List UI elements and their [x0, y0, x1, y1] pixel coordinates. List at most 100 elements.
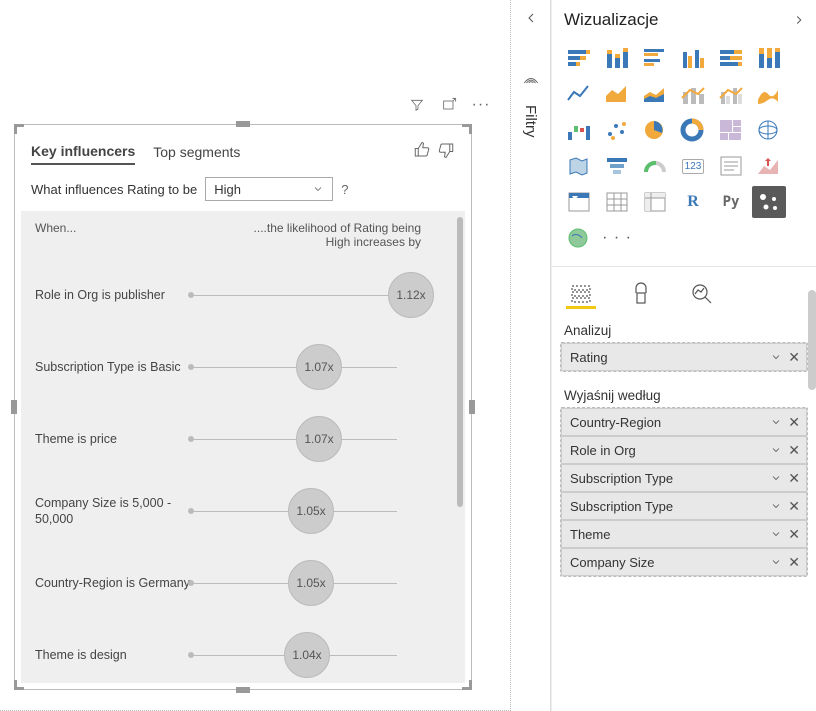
viz-matrix[interactable] — [638, 186, 672, 218]
filters-label[interactable]: Filtry — [522, 105, 539, 138]
viz-scatter[interactable] — [600, 114, 634, 146]
visual-header-toolbar: ··· — [408, 96, 490, 114]
viz-stacked-bar[interactable] — [562, 42, 596, 74]
chevron-down-icon[interactable] — [770, 472, 782, 484]
influencer-bubble[interactable]: 1.07x — [296, 416, 342, 462]
viz-clustered-column[interactable] — [676, 42, 710, 74]
viz-100pct-column[interactable] — [752, 42, 786, 74]
tab-key-influencers[interactable]: Key influencers — [31, 139, 135, 165]
influencer-label: Theme is price — [21, 431, 191, 447]
analysis-question: What influences Rating to be High ? — [21, 165, 465, 211]
viz-100pct-bar[interactable] — [714, 42, 748, 74]
visual-selection-frame[interactable]: Key influencers Top segments What influe… — [14, 124, 472, 690]
viz-key-influencers[interactable] — [752, 186, 786, 218]
collapse-pane-icon[interactable] — [792, 13, 806, 27]
pill-label: Rating — [570, 350, 608, 365]
viz-card[interactable]: 123 — [676, 150, 710, 182]
scrollbar[interactable] — [457, 217, 463, 507]
remove-field-icon[interactable]: ✕ — [788, 499, 800, 513]
field-format-tabs — [552, 271, 816, 317]
thumbs-up-icon[interactable] — [413, 141, 431, 164]
field-pill[interactable]: Company Size ✕ — [561, 548, 807, 576]
pill-label: Company Size — [570, 555, 655, 570]
influencer-row[interactable]: Theme is design 1.04x — [21, 619, 457, 683]
remove-field-icon[interactable]: ✕ — [788, 527, 800, 541]
viz-ribbon[interactable] — [752, 78, 786, 110]
influencers-area: When... ....the likelihood of Rating bei… — [21, 211, 465, 683]
influencer-row[interactable]: Role in Org is publisher 1.12x — [21, 259, 457, 331]
influencer-row[interactable]: Theme is price 1.07x — [21, 403, 457, 475]
remove-field-icon[interactable]: ✕ — [788, 471, 800, 485]
field-pill[interactable]: Subscription Type ✕ — [561, 492, 807, 520]
panel-scrollbar[interactable] — [808, 290, 816, 390]
field-pill[interactable]: Role in Org ✕ — [561, 436, 807, 464]
field-pill[interactable]: Theme ✕ — [561, 520, 807, 548]
viz-multi-row-card[interactable] — [714, 150, 748, 182]
influencer-bubble[interactable]: 1.12x — [388, 272, 434, 318]
influencer-bubble[interactable]: 1.05x — [288, 488, 334, 534]
influencer-bubble[interactable]: 1.05x — [288, 560, 334, 606]
question-prefix: What influences Rating to be — [31, 182, 197, 197]
chevron-down-icon[interactable] — [770, 556, 782, 568]
expand-filters-icon[interactable] — [523, 10, 539, 26]
viz-treemap[interactable] — [714, 114, 748, 146]
influencer-row[interactable]: Country-Region is Germany 1.05x — [21, 547, 457, 619]
influencer-bubble[interactable]: 1.04x — [284, 632, 330, 678]
field-pill[interactable]: Country-Region ✕ — [561, 408, 807, 436]
chevron-down-icon[interactable] — [770, 500, 782, 512]
viz-filled-map[interactable] — [562, 150, 596, 182]
viz-donut[interactable] — [676, 114, 710, 146]
viz-stacked-area[interactable] — [638, 78, 672, 110]
viz-pie[interactable] — [638, 114, 672, 146]
viz-map[interactable] — [752, 114, 786, 146]
chevron-down-icon[interactable] — [770, 351, 782, 363]
viz-gauge[interactable] — [638, 150, 672, 182]
tab-analytics[interactable] — [686, 279, 716, 309]
viz-table[interactable] — [600, 186, 634, 218]
viz-waterfall[interactable] — [562, 114, 596, 146]
influencer-row[interactable]: Company Size is 5,000 - 50,000 1.05x — [21, 475, 457, 547]
report-canvas: ··· Key influencers Top segments What in… — [0, 0, 511, 711]
target-value: High — [214, 182, 241, 197]
tab-top-segments[interactable]: Top segments — [153, 140, 240, 164]
column-likelihood: ....the likelihood of Rating being High … — [251, 221, 421, 249]
viz-stacked-column[interactable] — [600, 42, 634, 74]
chevron-down-icon[interactable] — [770, 528, 782, 540]
more-options-icon[interactable]: ··· — [472, 96, 490, 114]
viz-line-stacked-column[interactable] — [676, 78, 710, 110]
influencer-row[interactable]: Subscription Type is Basic 1.07x — [21, 331, 457, 403]
remove-field-icon[interactable]: ✕ — [788, 443, 800, 457]
tab-format[interactable] — [626, 279, 656, 309]
influencer-line — [191, 367, 397, 368]
target-value-dropdown[interactable]: High — [205, 177, 333, 201]
field-pill[interactable]: Subscription Type ✕ — [561, 464, 807, 492]
influencer-line — [191, 439, 397, 440]
influencer-bubble[interactable]: 1.07x — [296, 344, 342, 390]
tab-fields[interactable] — [566, 279, 596, 309]
viz-r-script[interactable]: R — [676, 186, 710, 218]
viz-python[interactable]: Py — [714, 186, 748, 218]
viz-arcgis-map[interactable] — [562, 222, 596, 254]
remove-field-icon[interactable]: ✕ — [788, 350, 800, 364]
key-influencers-visual: Key influencers Top segments What influe… — [21, 131, 465, 683]
field-pill-rating[interactable]: Rating ✕ — [561, 343, 807, 371]
remove-field-icon[interactable]: ✕ — [788, 555, 800, 569]
filter-icon[interactable] — [408, 96, 426, 114]
explain-field-well[interactable]: Country-Region ✕ Role in Org ✕ Subscript… — [560, 407, 808, 577]
viz-slicer[interactable] — [562, 186, 596, 218]
viz-kpi[interactable] — [752, 150, 786, 182]
focus-mode-icon[interactable] — [440, 96, 458, 114]
help-icon[interactable]: ? — [341, 182, 348, 197]
viz-area[interactable] — [600, 78, 634, 110]
viz-line-clustered-column[interactable] — [714, 78, 748, 110]
influencer-line — [191, 295, 397, 296]
thumbs-down-icon[interactable] — [437, 141, 455, 164]
viz-clustered-bar[interactable] — [638, 42, 672, 74]
viz-import-custom[interactable]: · · · — [600, 222, 634, 254]
viz-line[interactable] — [562, 78, 596, 110]
chevron-down-icon[interactable] — [770, 444, 782, 456]
remove-field-icon[interactable]: ✕ — [788, 415, 800, 429]
chevron-down-icon[interactable] — [770, 416, 782, 428]
viz-funnel[interactable] — [600, 150, 634, 182]
analyze-field-well[interactable]: Rating ✕ — [560, 342, 808, 372]
